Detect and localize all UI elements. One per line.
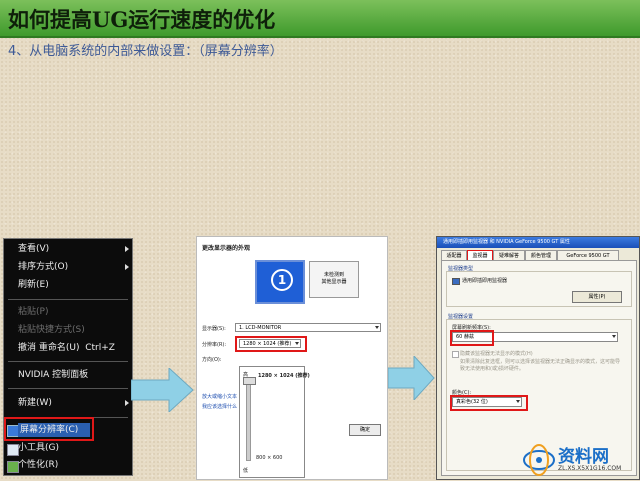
orientation-label: 方向(O): xyxy=(202,357,222,363)
menu-separator xyxy=(8,388,128,389)
menu-separator xyxy=(8,361,128,362)
help-choose-link[interactable]: 我应该选择什么 xyxy=(202,403,237,410)
watermark: 资料网 ZL.XS.X5X1G16.COM xyxy=(520,440,638,480)
resolution-slider-track[interactable] xyxy=(246,381,251,461)
submenu-arrow-icon xyxy=(125,264,129,270)
monitor-2-label: 未检测到 其他显示器 xyxy=(321,272,347,285)
slide-header: 如何提高UG运行速度的优化 xyxy=(0,0,640,38)
menu-item-label: 排序方式(O) xyxy=(18,262,69,272)
menu-item-label: NVIDIA 控制面板 xyxy=(18,370,89,380)
watermark-url: ZL.XS.X5X1G16.COM xyxy=(558,465,622,472)
ok-button[interactable]: 确定 xyxy=(349,424,381,436)
hide-modes-label: 隐藏该监视器无法显示的模式(H) xyxy=(460,351,533,357)
menu-item-label: 新建(W) xyxy=(18,398,52,408)
resolution-dropdown: 高 1280 × 1024 (推荐) 800 × 600 低 xyxy=(239,366,310,478)
menu-item-label: 粘贴(P) xyxy=(18,307,49,317)
resolution-low-label: 低 xyxy=(243,468,249,474)
hide-modes-checkbox[interactable] xyxy=(452,351,459,358)
monitor-number: 1 xyxy=(271,269,293,291)
monitor-type-value: 通用即插即用监视器 xyxy=(462,278,508,284)
menu-item-nvidia[interactable]: NVIDIA 控制面板 xyxy=(18,368,88,382)
warning-text: 如果清除此复选框，则可以选择该监视器无法正确显示的模式，这可能导致无法使用和(或… xyxy=(460,359,621,372)
menu-item-paste-shortcut[interactable]: 粘贴快捷方式(S) xyxy=(18,323,85,337)
dialog-titlebar: 通用即插即用监视器 和 NVIDIA GeForce 9500 GT 属性 xyxy=(437,237,639,248)
menu-item-view[interactable]: 查看(V) xyxy=(18,242,49,256)
menu-item-gadgets[interactable]: 小工具(G) xyxy=(18,441,59,455)
panel-heading: 更改显示器的外观 xyxy=(202,245,251,252)
chevron-down-icon xyxy=(375,326,379,329)
display-select[interactable]: 1. LCD-MONITOR xyxy=(235,323,381,332)
menu-separator xyxy=(8,299,128,300)
display-label: 显示器(S): xyxy=(202,326,226,332)
menu-item-personalize[interactable]: 个性化(R) xyxy=(18,458,58,472)
watermark-logo-icon xyxy=(523,444,555,476)
resolution-slider-thumb[interactable] xyxy=(243,377,256,385)
menu-item-undo-rename[interactable]: 撤消 重命名(U) Ctrl+Z xyxy=(18,341,115,355)
slide-subtitle: 4、从电脑系统的内部来做设置：（屏幕分辨率） xyxy=(8,44,283,59)
menu-item-label: 个性化(R) xyxy=(18,460,59,470)
submenu-arrow-icon xyxy=(125,400,129,406)
properties-button[interactable]: 属性(P) xyxy=(572,291,622,303)
submenu-arrow-icon xyxy=(125,246,129,252)
highlight-box-resolution xyxy=(235,336,307,352)
chevron-down-icon xyxy=(612,335,616,338)
resolution-min-value: 800 × 600 xyxy=(256,455,283,461)
menu-item-paste[interactable]: 粘贴(P) xyxy=(18,305,48,319)
watermark-text: 资料网 xyxy=(558,447,609,467)
menu-item-label: 小工具(G) xyxy=(18,443,59,453)
arrow-right-icon xyxy=(131,368,194,412)
menu-item-label: 撤消 重命名(U) xyxy=(18,343,80,353)
screen-resolution-window: 更改显示器的外观 1 未检测到 其他显示器 显示器(S): 1. LCD-MON… xyxy=(196,236,388,480)
slide-title: 如何提高UG运行速度的优化 xyxy=(8,7,276,32)
text-size-link[interactable]: 放大或缩小文本 xyxy=(202,393,237,400)
display-select-value: 1. LCD-MONITOR xyxy=(239,325,282,331)
menu-item-label: 刷新(E) xyxy=(18,280,49,290)
monitor-icon xyxy=(452,278,460,285)
menu-item-new[interactable]: 新建(W) xyxy=(18,396,52,410)
menu-item-shortcut: Ctrl+Z xyxy=(85,343,115,353)
arrow-right-icon xyxy=(388,356,435,400)
menu-item-refresh[interactable]: 刷新(E) xyxy=(18,278,49,292)
resolution-label: 分辨率(R): xyxy=(202,342,227,348)
monitor-2-preview[interactable]: 未检测到 其他显示器 xyxy=(309,261,359,298)
highlight-box-refresh xyxy=(450,330,494,346)
menu-item-label: 粘贴快捷方式(S) xyxy=(18,325,85,335)
resolution-max-value: 1280 × 1024 (推荐) xyxy=(258,373,310,379)
monitor-1-preview[interactable]: 1 xyxy=(255,260,305,304)
highlight-box-screen-resolution xyxy=(4,417,94,441)
menu-item-sort[interactable]: 排序方式(O) xyxy=(18,260,68,274)
highlight-box-colors xyxy=(450,395,528,411)
menu-item-label: 查看(V) xyxy=(18,244,50,254)
properties-button-label: 属性(P) xyxy=(588,294,606,300)
